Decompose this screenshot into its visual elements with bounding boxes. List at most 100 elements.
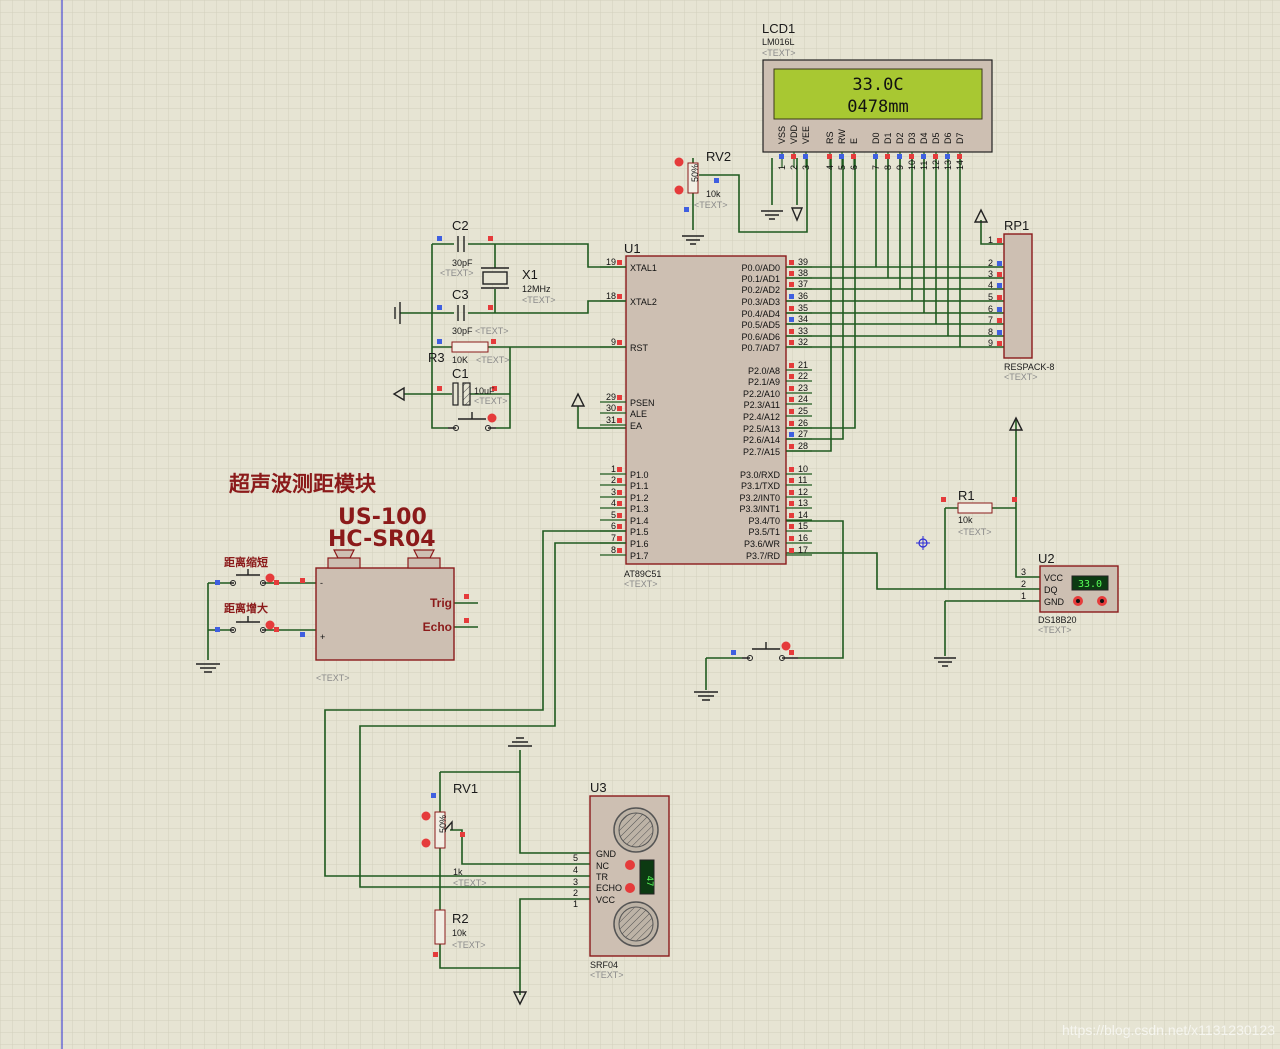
mcu-left-pin-label: P1.3 <box>630 504 649 514</box>
lcd-line-1: 33.0C <box>852 75 903 95</box>
r2-text-tag: <TEXT> <box>452 940 486 950</box>
lcd-pin-number: 10 <box>907 160 917 170</box>
u2-part: DS18B20 <box>1038 615 1077 625</box>
rp1-pin-number: 7 <box>988 315 993 325</box>
rp1-pin-number: 6 <box>988 304 993 314</box>
mcu-right-pin-number: 25 <box>798 406 808 416</box>
lcd-pin-label: RW <box>837 129 847 144</box>
mcu-right-pin-label: P3.0/RXD <box>740 470 781 480</box>
rp1-pin-number: 1 <box>988 235 993 245</box>
lcd-pin-number: 6 <box>849 165 859 170</box>
mcu-component[interactable]: U1 XTAL119XTAL218RST9PSEN29ALE30EA31P1.0… <box>600 241 812 589</box>
mcu-left-pin-number: 6 <box>611 521 616 531</box>
rp1-text-tag: <TEXT> <box>1004 372 1038 382</box>
watermark: https://blog.csdn.net/x1131230123 <box>1062 1022 1275 1038</box>
c2-ref: C2 <box>452 218 469 233</box>
lcd-pin-number: 13 <box>943 160 953 170</box>
rv1-percent: 50% <box>438 815 448 833</box>
mcu-right-pin-number: 37 <box>798 279 808 289</box>
lcd-pin-label: D6 <box>943 132 953 144</box>
mcu-right-pin-number: 32 <box>798 337 808 347</box>
mcu-left-pin-number: 7 <box>611 533 616 543</box>
mcu-right-pin-number: 17 <box>798 545 808 555</box>
u2-readout: 33.0 <box>1078 579 1102 590</box>
module-model-2: HC-SR04 <box>328 527 436 552</box>
u3-pin-echo: ECHO <box>596 883 622 893</box>
mcu-left-pin-label: XTAL2 <box>630 297 657 307</box>
mcu-left-pin-label: RST <box>630 343 649 353</box>
lcd-pin-label: E <box>849 138 859 144</box>
mcu-right-pin-label: P0.0/AD0 <box>741 263 780 273</box>
schematic-canvas[interactable]: LCD1 LM016L <TEXT> 33.0C 0478mm VSS 1 VDD 2… <box>0 0 1280 1049</box>
mcu-right-pin-label: P3.2/INT0 <box>739 493 780 503</box>
u3-pin-tr: TR <box>596 872 608 882</box>
mcu-right-pin-label: P2.1/A9 <box>748 377 780 387</box>
lcd-line-2: 0478mm <box>847 97 908 117</box>
c3-text-tag: <TEXT> <box>475 326 509 336</box>
mcu-right-pin-number: 24 <box>798 394 808 404</box>
lcd-pin-number: 4 <box>825 165 835 170</box>
r1-value: 10k <box>958 515 973 525</box>
c1-value: 10uF <box>474 386 495 396</box>
mcu-right-pin-number: 34 <box>798 314 808 324</box>
mcu-part: AT89C51 <box>624 569 661 579</box>
rp1-pin-number: 2 <box>988 258 993 268</box>
rp1-pin-number: 5 <box>988 292 993 302</box>
mcu-left-pin-number: 2 <box>611 475 616 485</box>
mcu-right-pin-number: 10 <box>798 464 808 474</box>
r2-value: 10k <box>452 928 467 938</box>
mcu-right-pin-label: P3.6/WR <box>744 539 781 549</box>
mcu-left-pin-label: P1.2 <box>630 493 649 503</box>
mcu-right-pin-number: 27 <box>798 429 808 439</box>
x1-value: 12MHz <box>522 284 551 294</box>
mcu-right-pin-label: P0.6/AD6 <box>741 332 780 342</box>
r3-value: 10K <box>452 355 468 365</box>
mcu-left-pin-label: P1.1 <box>630 481 649 491</box>
mcu-left-pin-number: 4 <box>611 498 616 508</box>
mcu-left-pin-number: 9 <box>611 337 616 347</box>
lcd-pin-number: 14 <box>955 160 965 170</box>
r1-ref: R1 <box>958 488 975 503</box>
mcu-left-pin-label: P1.0 <box>630 470 649 480</box>
u3-pin-gnd: GND <box>596 849 617 859</box>
mcu-right-pin-number: 12 <box>798 487 808 497</box>
r3-text-tag: <TEXT> <box>476 355 510 365</box>
c1-text-tag: <TEXT> <box>474 396 508 406</box>
rp1-part: RESPACK-8 <box>1004 362 1054 372</box>
u3-pin-nc: NC <box>596 861 609 871</box>
rp1-pin-number: 8 <box>988 327 993 337</box>
mcu-left-pin-label: P1.6 <box>630 539 649 549</box>
mcu-right-pin-label: P0.5/AD5 <box>741 320 780 330</box>
mcu-left-pin-number: 30 <box>606 403 616 413</box>
module-text-tag: <TEXT> <box>316 673 350 683</box>
mcu-right-pin-label: P2.2/A10 <box>743 389 780 399</box>
mcu-right-pin-number: 13 <box>798 498 808 508</box>
mcu-right-pin-label: P2.5/A13 <box>743 424 780 434</box>
lcd-pin-number: 8 <box>883 165 893 170</box>
u3-text-tag: <TEXT> <box>590 970 624 980</box>
mcu-left-pin-label: ALE <box>630 409 647 419</box>
mcu-right-pin-label: P3.5/T1 <box>748 527 780 537</box>
lcd-pin-label: D3 <box>907 132 917 144</box>
module-plus: + <box>320 632 325 642</box>
mcu-right-pin-label: P0.2/AD2 <box>741 285 780 295</box>
rp1-pin-number: 4 <box>988 280 993 290</box>
lcd-pin-number: 1 <box>777 165 787 170</box>
mcu-left-pin-label: P1.7 <box>630 551 649 561</box>
rv1-value: 1k <box>453 867 463 877</box>
u2-ref: U2 <box>1038 551 1055 566</box>
lcd-pin-label: D2 <box>895 132 905 144</box>
mcu-right-pin-number: 26 <box>798 418 808 428</box>
mcu-right-pin-label: P0.3/AD3 <box>741 297 780 307</box>
mcu-left-pin-number: 31 <box>606 415 616 425</box>
mcu-right-pin-label: P3.4/T0 <box>748 516 780 526</box>
u2-pin-gnd: GND <box>1044 597 1065 607</box>
lcd-pin-label: D1 <box>883 132 893 144</box>
u2-pin-vcc: VCC <box>1044 573 1064 583</box>
mcu-right-pin-label: P2.7/A15 <box>743 447 780 457</box>
mcu-right-pin-label: P3.3/INT1 <box>739 504 780 514</box>
lcd-pin-number: 12 <box>931 160 941 170</box>
mcu-right-pin-label: P2.0/A8 <box>748 366 780 376</box>
mcu-left-pin-number: 29 <box>606 392 616 402</box>
lcd-pin-number: 5 <box>837 165 847 170</box>
